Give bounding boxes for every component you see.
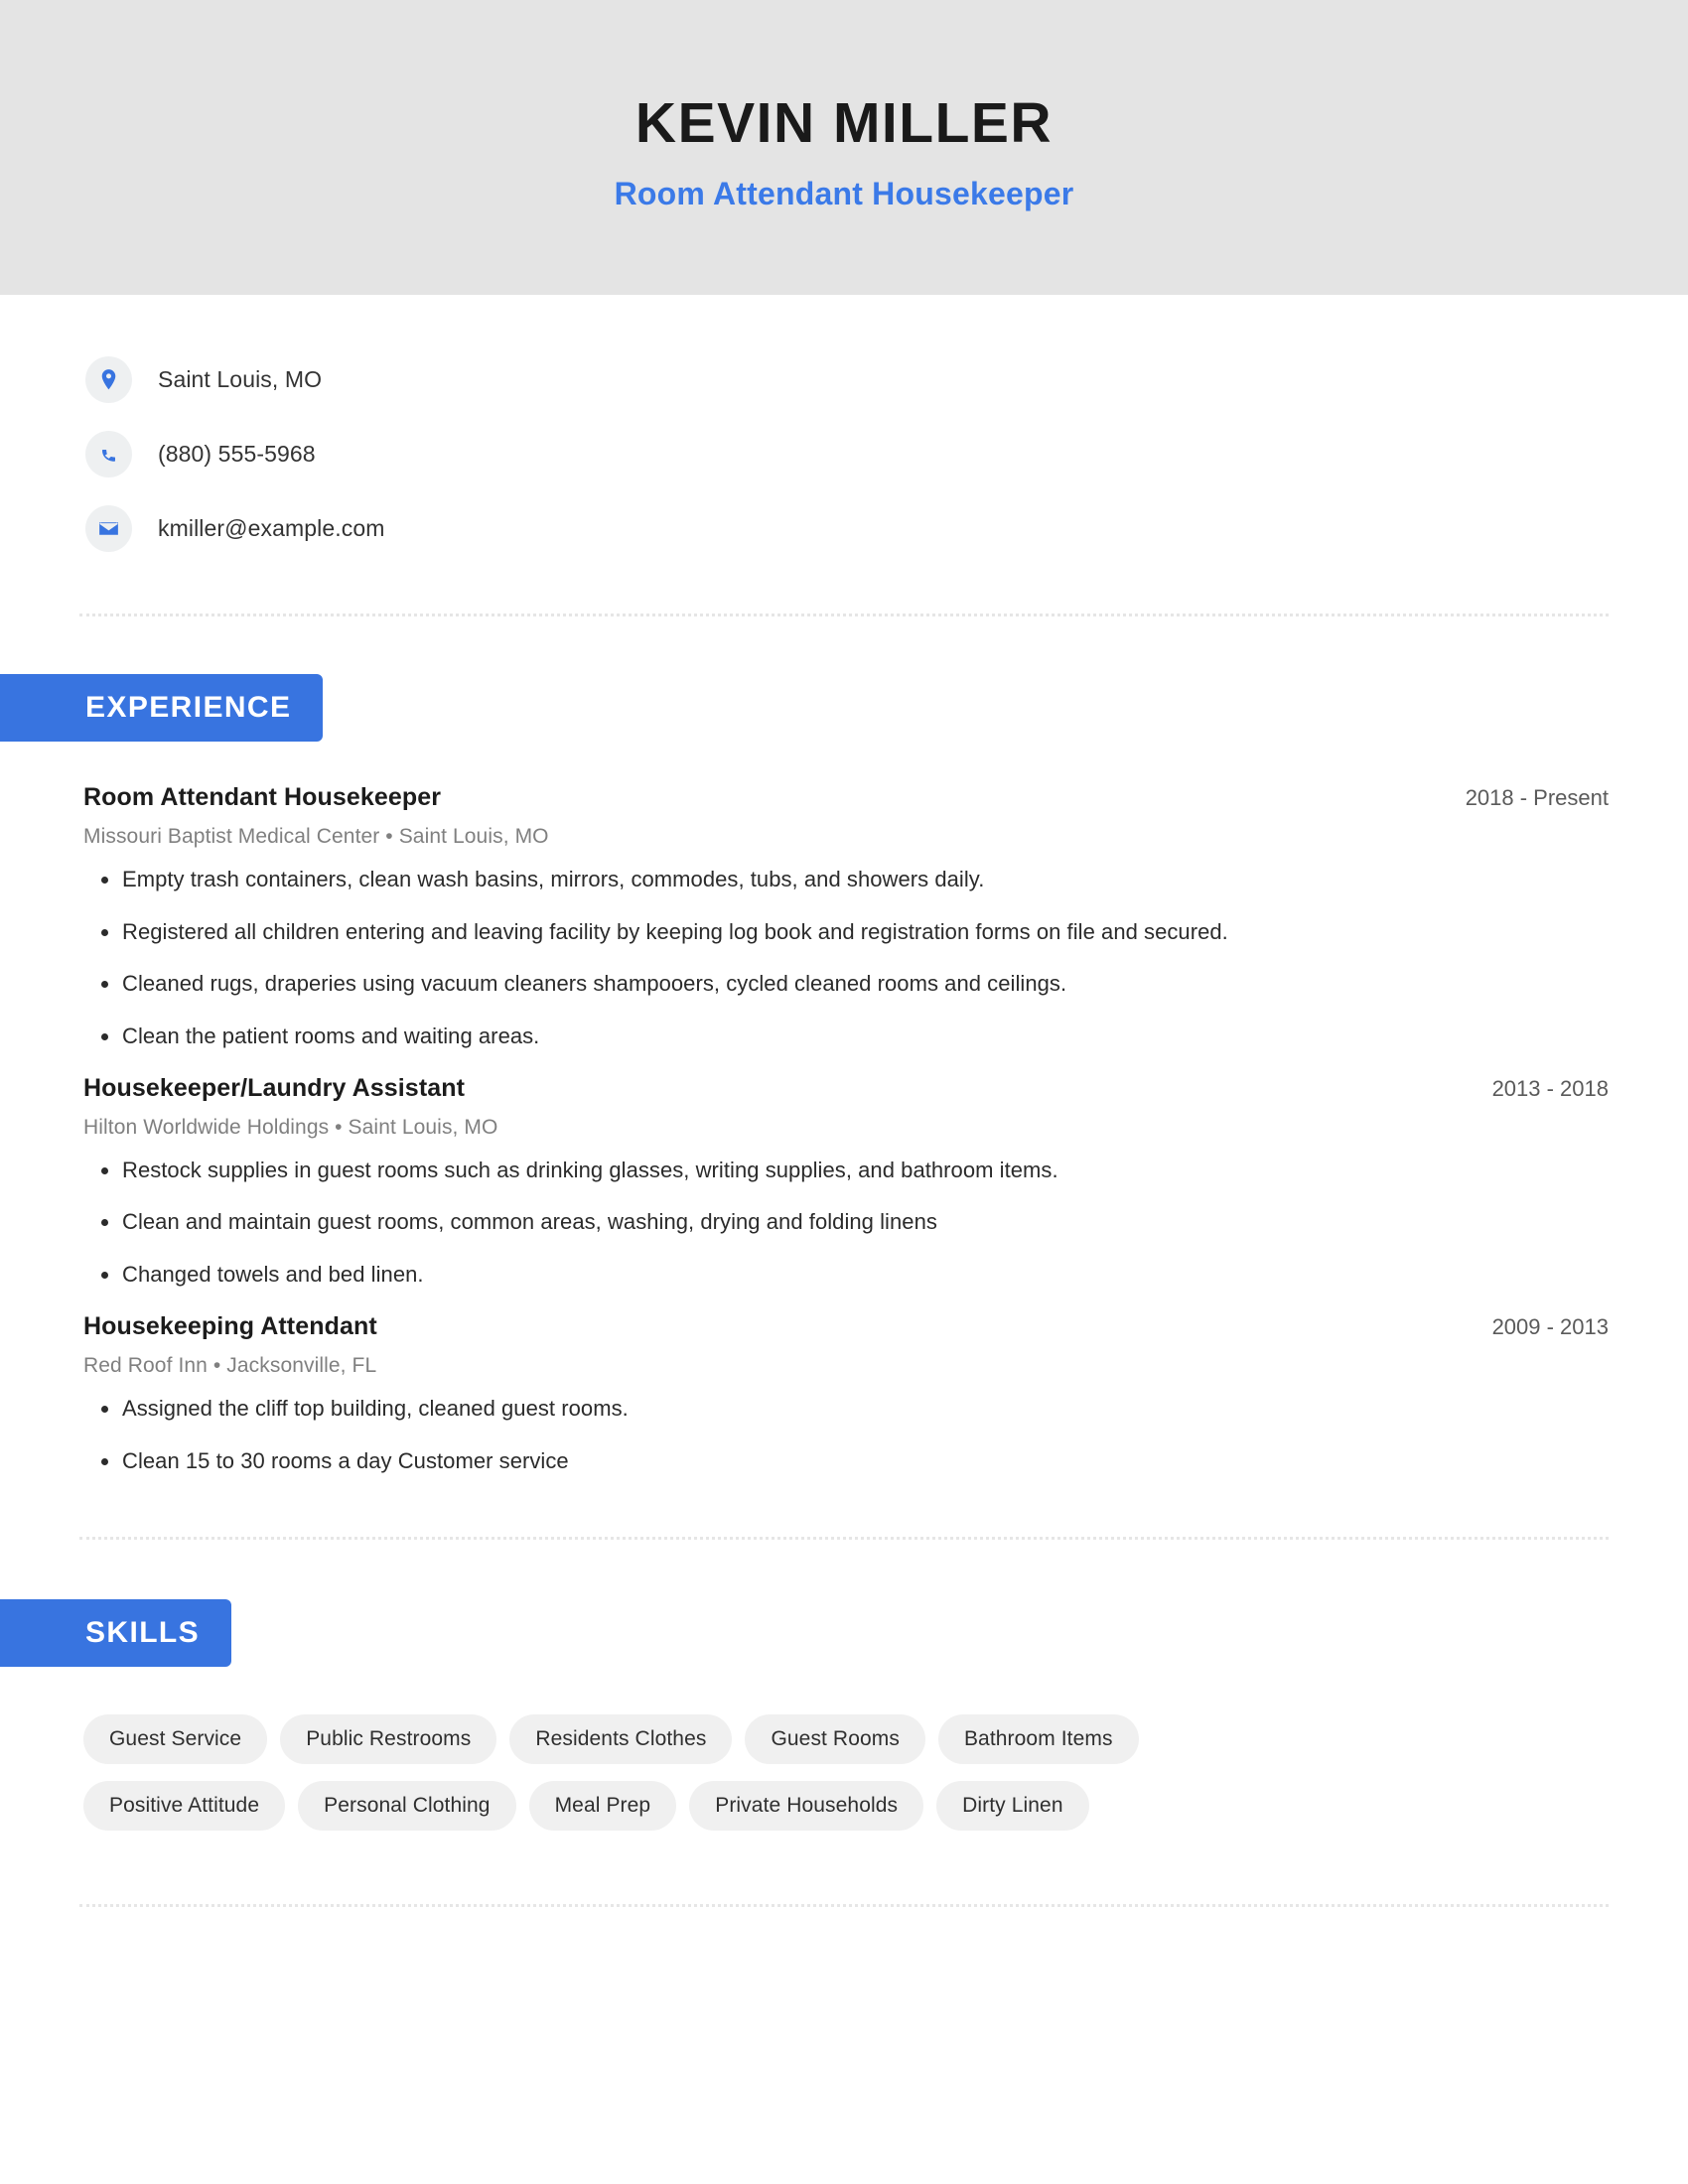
list-item: Clean and maintain guest rooms, common a… [83,1207,1609,1237]
job-title: Housekeeper/Laundry Assistant [83,1073,466,1102]
section-header-skills: SKILLS [0,1599,1688,1668]
contact-list: Saint Louis, MO (880) 555-5968 kmiller@e… [85,295,1688,566]
experience-list: Room Attendant Housekeeper 2018 - Presen… [0,783,1688,1475]
skill-tag: Positive Attitude [83,1781,286,1832]
job-title: Room Attendant Housekeeper [83,783,442,811]
experience-item: Housekeeping Attendant 2009 - 2013 Red R… [0,1312,1688,1475]
resume-page: KEVIN MILLER Room Attendant Housekeeper … [0,0,1688,2184]
skill-tag: Personal Clothing [298,1781,516,1832]
section-label-experience: EXPERIENCE [0,674,324,742]
skill-tag: Private Households [689,1781,924,1832]
job-header: Housekeeping Attendant 2009 - 2013 [83,1312,1609,1341]
list-item: Clean the patient rooms and waiting area… [83,1022,1609,1051]
job-bullets: Assigned the cliff top building, cleaned… [83,1394,1609,1475]
job-employer-location: Hilton Worldwide Holdings • Saint Louis,… [83,1115,498,1139]
job-employer-location: Missouri Baptist Medical Center • Saint … [83,825,549,848]
skill-tag: Guest Rooms [745,1714,925,1765]
section-label-skills: SKILLS [0,1599,232,1668]
job-bullets: Restock supplies in guest rooms such as … [83,1156,1609,1290]
skill-tag: Residents Clothes [509,1714,733,1765]
contact-item-location: Saint Louis, MO [85,342,1688,417]
job-employer-location: Red Roof Inn • Jacksonville, FL [83,1353,377,1377]
contact-phone-text: (880) 555-5968 [158,441,316,467]
skills-list: Guest Service Public Restrooms Residents… [0,1714,1410,1832]
job-subtitle: Room Attendant Housekeeper [614,176,1074,212]
skill-tag: Meal Prep [528,1781,677,1832]
contact-item-email: kmiller@example.com [85,491,1688,566]
contact-location-text: Saint Louis, MO [158,366,323,392]
list-item: Restock supplies in guest rooms such as … [83,1156,1609,1185]
experience-item: Housekeeper/Laundry Assistant 2013 - 201… [0,1074,1688,1290]
skill-tag: Bathroom Items [937,1714,1139,1765]
list-item: Empty trash containers, clean wash basin… [83,865,1609,894]
resume-header: KEVIN MILLER Room Attendant Housekeeper [0,0,1688,295]
phone-icon [85,431,132,478]
list-item: Cleaned rugs, draperies using vacuum cle… [83,969,1609,999]
experience-item: Room Attendant Housekeeper 2018 - Presen… [0,783,1688,1051]
list-item: Assigned the cliff top building, cleaned… [83,1394,1609,1424]
section-header-experience: EXPERIENCE [0,674,1688,742]
skill-tag: Dirty Linen [936,1781,1089,1832]
location-pin-icon [85,356,132,403]
divider-after-skills [79,1904,1609,1908]
list-item: Registered all children entering and lea… [83,917,1609,947]
skill-tag: Public Restrooms [280,1714,497,1765]
divider-after-experience [79,1537,1609,1541]
job-date: 2018 - Present [1465,785,1609,810]
job-title: Housekeeping Attendant [83,1311,377,1340]
job-header: Housekeeper/Laundry Assistant 2013 - 201… [83,1074,1609,1103]
job-bullets: Empty trash containers, clean wash basin… [83,865,1609,1051]
page-title: KEVIN MILLER [634,90,1054,155]
skill-tag: Guest Service [83,1714,268,1765]
contact-item-phone: (880) 555-5968 [85,417,1688,491]
list-item: Changed towels and bed linen. [83,1260,1609,1290]
divider-after-contact [79,614,1609,616]
job-header: Room Attendant Housekeeper 2018 - Presen… [83,783,1609,812]
job-date: 2013 - 2018 [1491,1075,1609,1101]
envelope-icon [85,505,132,552]
list-item: Clean 15 to 30 rooms a day Customer serv… [83,1446,1609,1476]
job-date: 2009 - 2013 [1491,1313,1609,1339]
contact-email-text: kmiller@example.com [158,515,385,541]
